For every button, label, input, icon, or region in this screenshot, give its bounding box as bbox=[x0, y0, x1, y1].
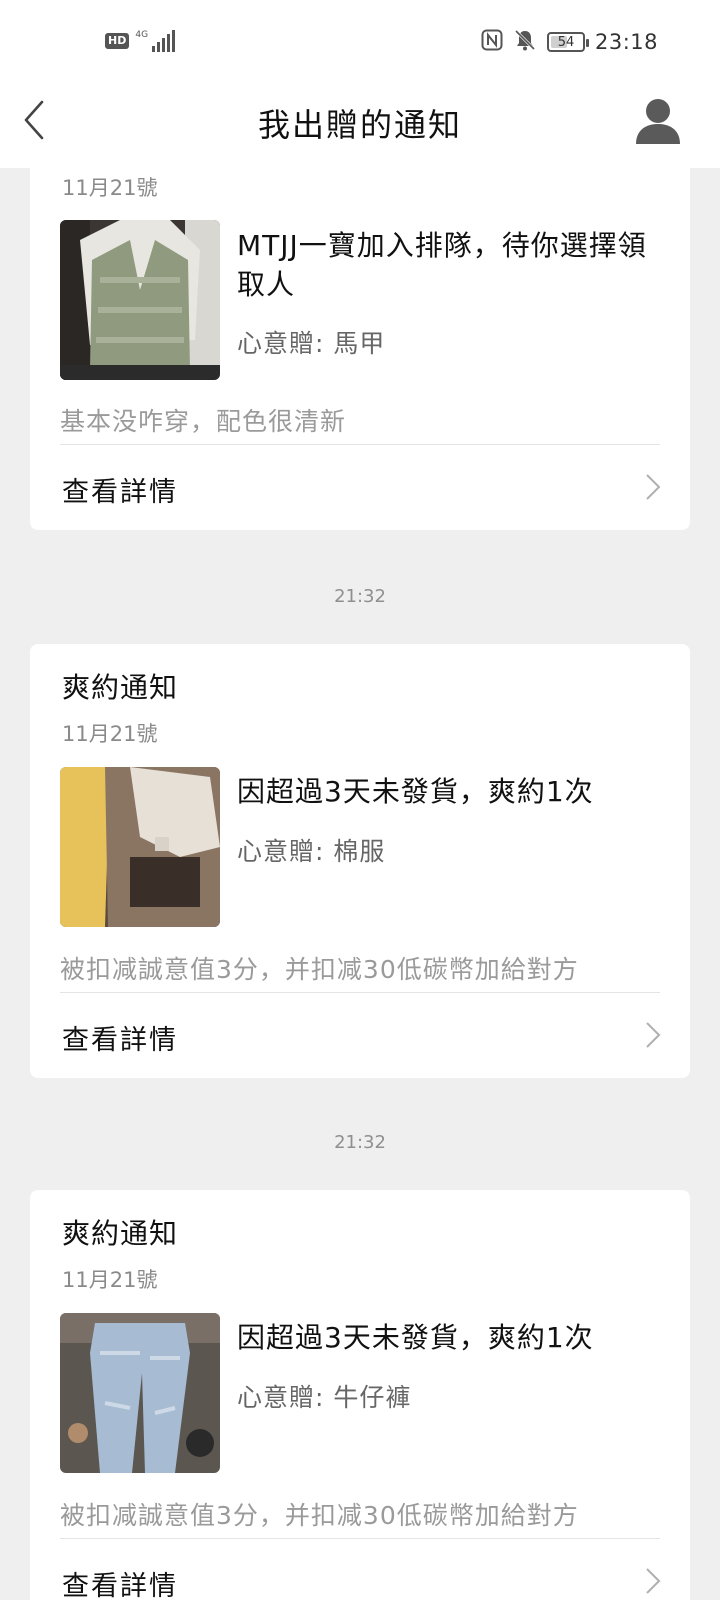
status-right: 54 23:18 bbox=[481, 28, 658, 56]
item-thumbnail-vest[interactable] bbox=[60, 220, 220, 380]
view-details-label: 查看詳情 bbox=[62, 477, 178, 508]
nav-bar: 我出贈的通知 bbox=[0, 90, 720, 168]
view-details-button[interactable]: 查看詳情 bbox=[30, 1538, 690, 1600]
nfc-icon bbox=[481, 29, 503, 55]
card-message: 因超過3天未發貨，爽約1次 bbox=[237, 1321, 594, 1354]
view-details-button[interactable]: 查看詳情 bbox=[30, 992, 690, 1078]
view-details-label: 查看詳情 bbox=[62, 1571, 178, 1600]
notification-list[interactable]: 11月21號 MTJJ一寶加入排隊，待你選擇領取人 心意贈: 馬甲 基本没咋穿，… bbox=[0, 168, 720, 1600]
card-note: 基本没咋穿，配色很清新 bbox=[60, 407, 347, 436]
gift-label: 心意贈: 馬甲 bbox=[237, 329, 386, 358]
notification-card: 11月21號 MTJJ一寶加入排隊，待你選擇領取人 心意贈: 馬甲 基本没咋穿，… bbox=[30, 168, 690, 530]
card-note: 被扣减誠意值3分，并扣减30低碳幣加給對方 bbox=[60, 955, 579, 984]
view-details-label: 查看詳情 bbox=[62, 1025, 178, 1056]
card-title: 爽約通知 bbox=[62, 1217, 179, 1250]
chevron-right-icon bbox=[646, 474, 661, 500]
mute-icon bbox=[513, 28, 537, 56]
card-date: 11月21號 bbox=[62, 1268, 158, 1292]
gift-label: 心意贈: 棉服 bbox=[237, 837, 386, 866]
card-date: 11月21號 bbox=[62, 176, 158, 200]
card-message: MTJJ一寶加入排隊，待你選擇領取人 bbox=[237, 229, 647, 301]
status-left: HD 4G bbox=[105, 30, 176, 52]
item-thumbnail-jacket[interactable] bbox=[60, 767, 220, 927]
card-message: 因超過3天未發貨，爽約1次 bbox=[237, 775, 594, 808]
notification-card: 爽約通知 11月21號 因超過3天未發貨，爽約1次 心意贈: 牛仔褲 被扣减誠意… bbox=[30, 1190, 690, 1600]
card-title: 爽約通知 bbox=[62, 671, 179, 704]
item-thumbnail-jeans[interactable] bbox=[60, 1313, 220, 1473]
timestamp: 21:32 bbox=[334, 586, 386, 607]
chevron-right-icon bbox=[646, 1568, 661, 1594]
chevron-right-icon bbox=[646, 1022, 661, 1048]
status-bar: HD 4G 54 23:18 bbox=[0, 0, 720, 90]
user-icon bbox=[636, 99, 680, 144]
view-details-button[interactable]: 查看詳情 bbox=[30, 444, 690, 530]
hd-icon: HD bbox=[105, 33, 130, 49]
battery-level: 54 bbox=[557, 34, 575, 50]
timestamp: 21:32 bbox=[334, 1132, 386, 1153]
signal-icon: 4G bbox=[135, 30, 176, 52]
page-title: 我出贈的通知 bbox=[257, 106, 462, 144]
network-type: 4G bbox=[135, 30, 149, 40]
card-date: 11月21號 bbox=[62, 722, 158, 746]
profile-button[interactable] bbox=[634, 96, 682, 146]
notification-card: 爽約通知 11月21號 因超過3天未發貨，爽約1次 心意贈: 棉服 被扣减誠意值… bbox=[30, 644, 690, 1078]
gift-label: 心意贈: 牛仔褲 bbox=[237, 1383, 412, 1412]
battery-icon: 54 bbox=[546, 32, 589, 52]
card-note: 被扣减誠意值3分，并扣减30低碳幣加給對方 bbox=[60, 1501, 579, 1530]
clock: 23:18 bbox=[594, 30, 658, 54]
